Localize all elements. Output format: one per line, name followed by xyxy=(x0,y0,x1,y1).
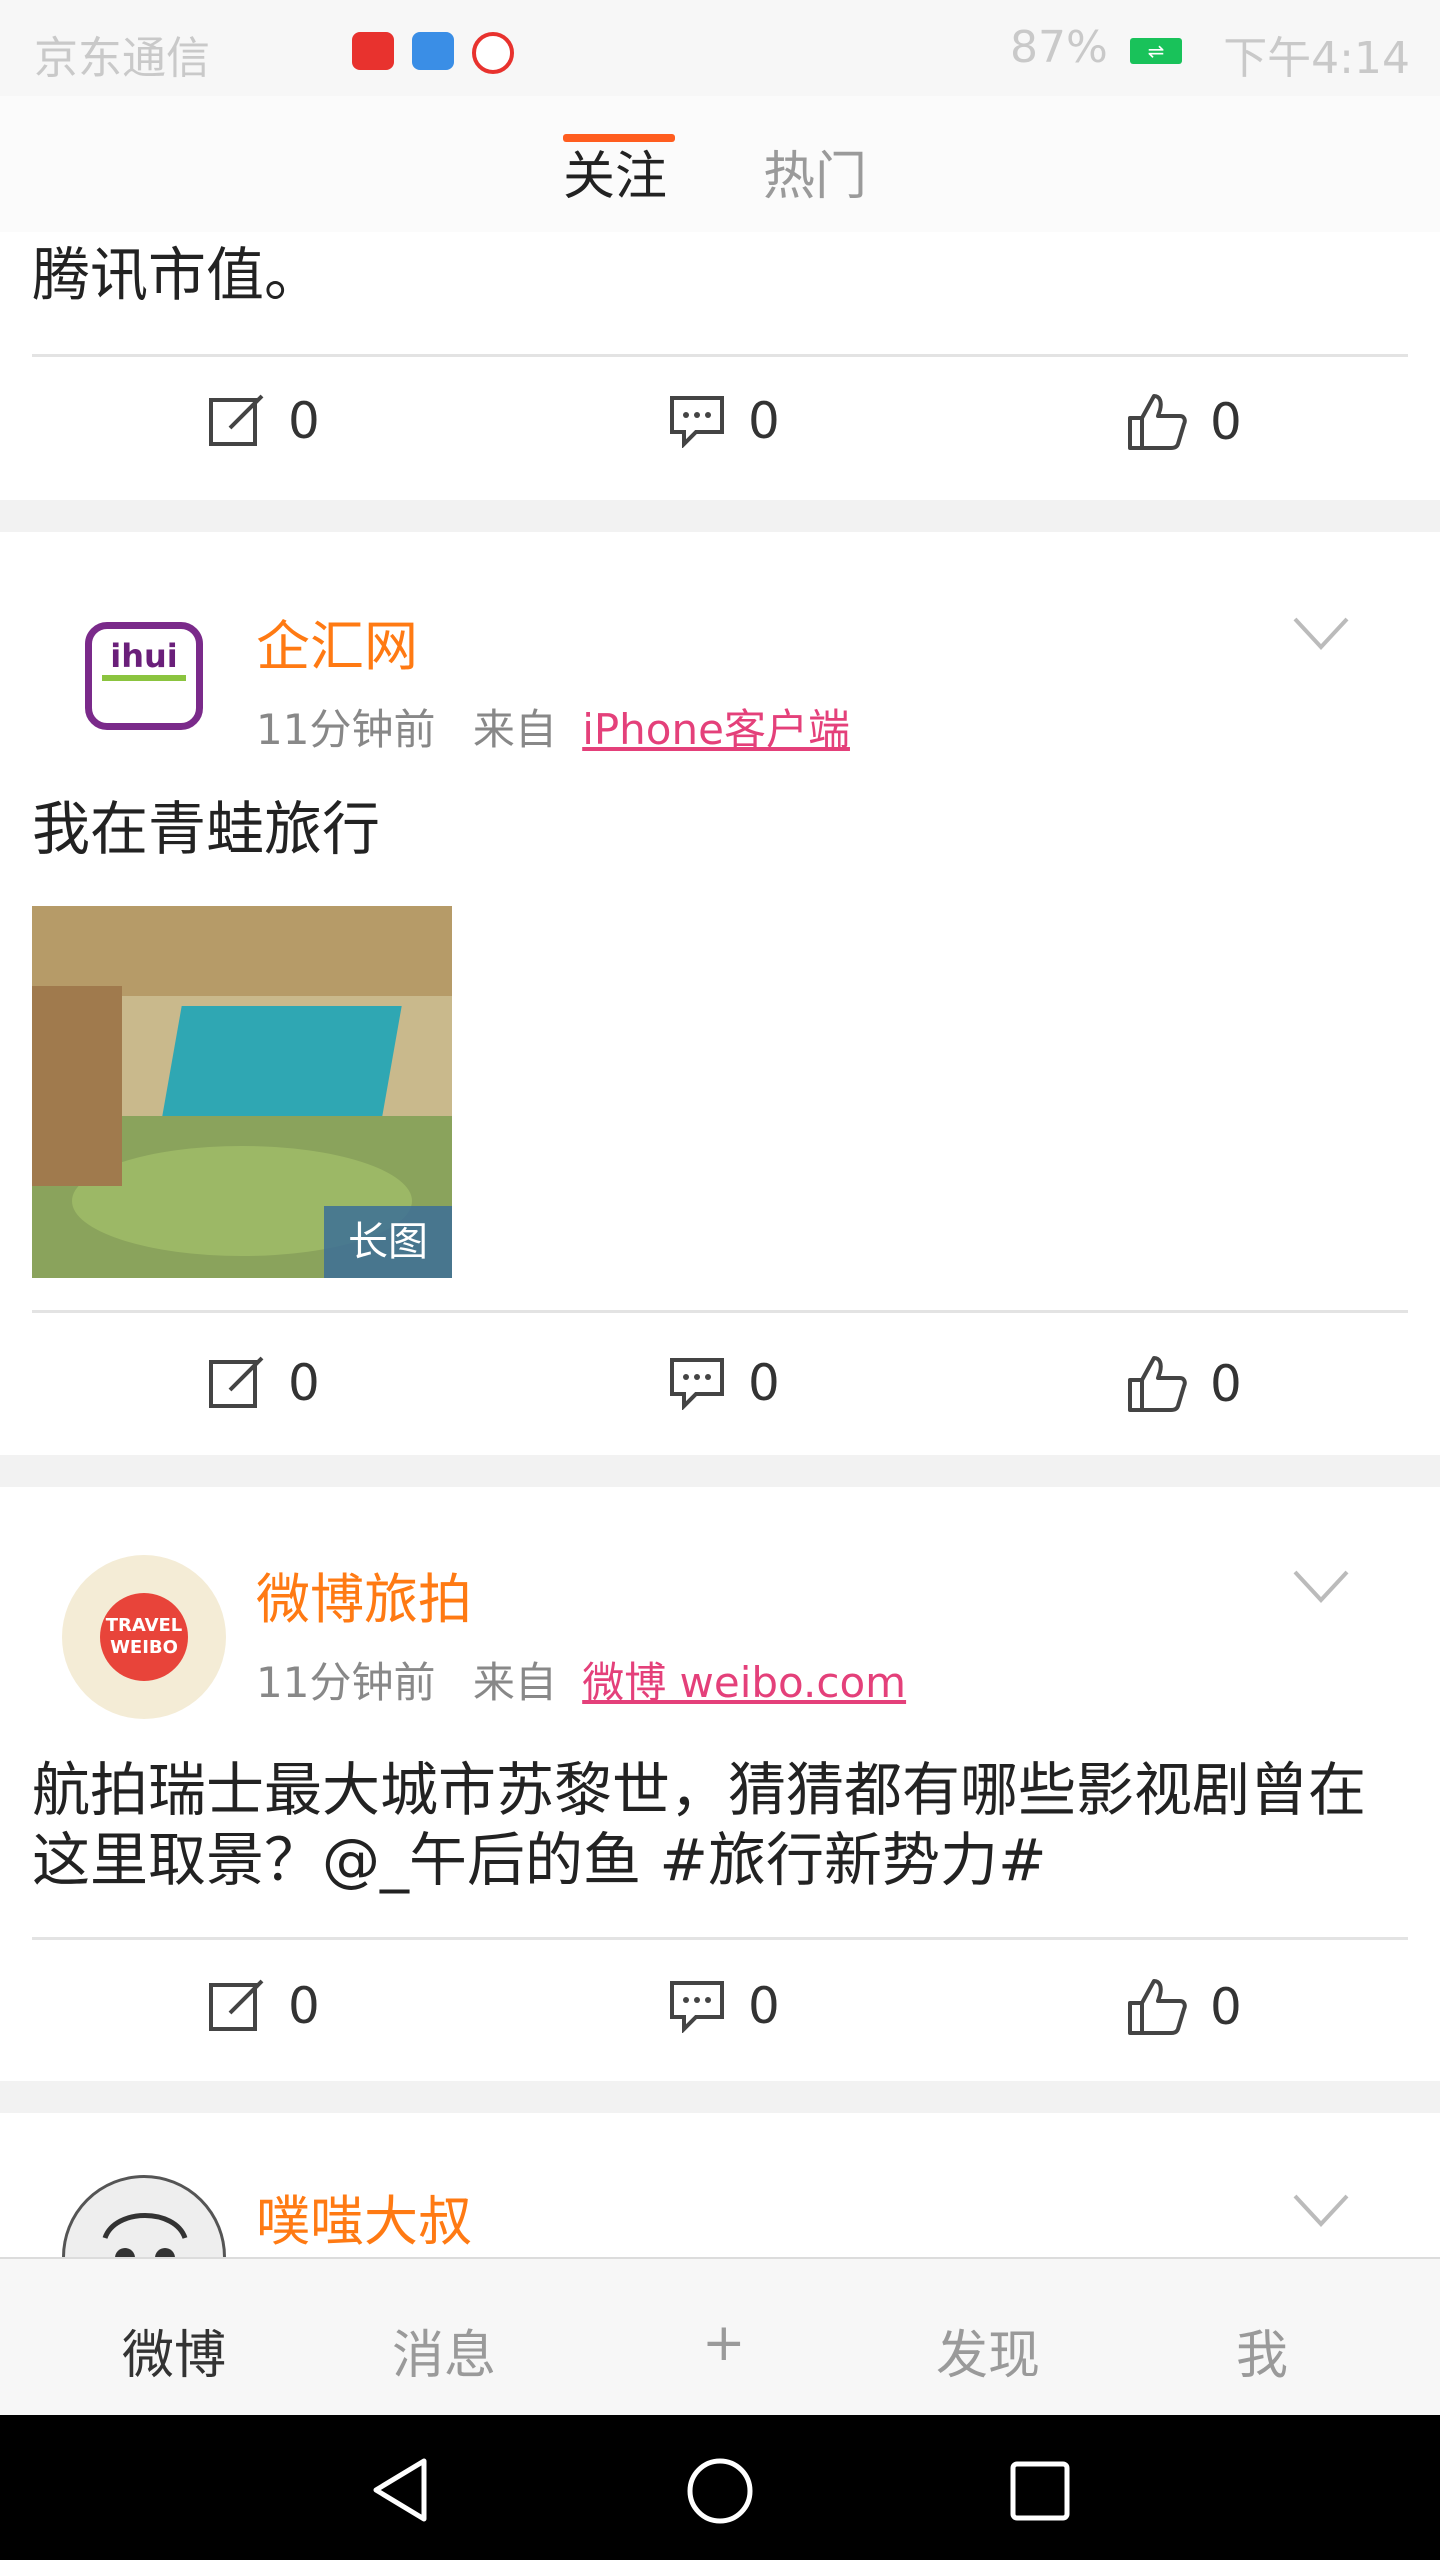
system-nav-bar xyxy=(0,2415,1440,2560)
divider xyxy=(32,1310,1408,1313)
clock: 下午4:14 xyxy=(1223,33,1410,84)
nav-messages[interactable]: 消息 xyxy=(392,2313,496,2388)
tab-hot[interactable]: 热门 xyxy=(763,134,867,209)
comment-icon xyxy=(670,1358,724,1410)
nav-compose-button[interactable]: + xyxy=(702,2313,746,2373)
post-card: 噗嗤大叔 xyxy=(0,2113,1440,2257)
repost-button[interactable]: 0 xyxy=(208,1354,320,1412)
like-count: 0 xyxy=(1210,393,1242,451)
ihui-logo-icon: ihui xyxy=(85,622,203,730)
post-text: 我在青蛙旅行 xyxy=(32,795,381,863)
comment-count: 0 xyxy=(748,392,780,450)
like-button[interactable]: 0 xyxy=(1126,392,1242,452)
username[interactable]: 微博旅拍 xyxy=(256,1555,472,1634)
from-label: 来自 xyxy=(472,705,557,754)
repost-button[interactable]: 0 xyxy=(208,392,320,450)
video-app-icon xyxy=(472,32,514,74)
post-time: 11分钟前 xyxy=(256,1658,436,1707)
feed-tabs: 关注 热门 xyxy=(0,96,1440,232)
travel-weibo-logo-icon: TRAVEL WEIBO xyxy=(100,1593,188,1681)
comment-button[interactable]: 0 xyxy=(668,1977,780,2035)
post-meta: 11分钟前 来自 iPhone客户端 xyxy=(256,696,850,757)
tab-following[interactable]: 关注 xyxy=(563,134,667,209)
username[interactable]: 企汇网 xyxy=(256,602,418,681)
like-count: 0 xyxy=(1210,1355,1242,1413)
sketch-face-icon xyxy=(102,2213,188,2257)
repost-count: 0 xyxy=(288,392,320,450)
comment-count: 0 xyxy=(748,1977,780,2035)
comment-button[interactable]: 0 xyxy=(668,392,780,450)
chevron-down-icon[interactable] xyxy=(1292,616,1350,652)
nav-discover[interactable]: 发现 xyxy=(936,2313,1040,2388)
home-icon[interactable] xyxy=(684,2455,756,2527)
nav-weibo[interactable]: 微博 xyxy=(122,2313,226,2388)
comment-button[interactable]: 0 xyxy=(668,1354,780,1412)
active-tab-indicator xyxy=(563,134,675,142)
repost-icon xyxy=(209,1356,264,1408)
nav-me[interactable]: 我 xyxy=(1236,2313,1288,2388)
repost-button[interactable]: 0 xyxy=(208,1977,320,2035)
post-text: 航拍瑞士最大城市苏黎世，猜猜都有哪些影视剧曾在这里取景？@_午后的鱼 #旅行新势… xyxy=(32,1756,1367,1894)
comment-icon xyxy=(670,396,724,448)
avatar[interactable]: ihui xyxy=(62,594,226,758)
post-card: 腾讯市值。 0 0 0 xyxy=(0,232,1440,500)
chevron-down-icon[interactable] xyxy=(1292,2193,1350,2229)
post-time: 11分钟前 xyxy=(256,705,436,754)
repost-count: 0 xyxy=(288,1354,320,1412)
divider xyxy=(32,1937,1408,1940)
long-image-badge: 长图 xyxy=(324,1206,452,1278)
repost-icon xyxy=(209,1979,264,2031)
avatar[interactable]: TRAVEL WEIBO xyxy=(62,1555,226,1719)
avatar[interactable] xyxy=(62,2175,226,2257)
comment-icon xyxy=(670,1981,724,2033)
post-card: ihui 企汇网 11分钟前 来自 iPhone客户端 我在青蛙旅行 长图 0 … xyxy=(0,532,1440,1455)
toutiao-app-icon xyxy=(352,32,394,70)
post-card: TRAVEL WEIBO 微博旅拍 11分钟前 来自 微博 weibo.com 航… xyxy=(0,1487,1440,2081)
autohome-app-icon xyxy=(412,32,454,70)
like-button[interactable]: 0 xyxy=(1126,1354,1242,1414)
comment-count: 0 xyxy=(748,1354,780,1412)
like-button[interactable]: 0 xyxy=(1126,1977,1242,2037)
divider xyxy=(32,354,1408,357)
bottom-nav: 微博 消息 + 发现 我 xyxy=(0,2257,1440,2417)
from-label: 来自 xyxy=(472,1658,557,1707)
source-link[interactable]: iPhone客户端 xyxy=(582,705,850,754)
thumbs-up-icon xyxy=(1128,394,1187,450)
thumbs-up-icon xyxy=(1128,1979,1187,2035)
battery-icon: ⇌ xyxy=(1130,38,1182,64)
back-icon[interactable] xyxy=(366,2455,436,2525)
carrier-label: 京东通信 xyxy=(34,33,210,84)
repost-icon xyxy=(209,394,264,446)
source-link[interactable]: 微博 weibo.com xyxy=(582,1658,906,1707)
thumbs-up-icon xyxy=(1128,1356,1187,1412)
post-meta: 11分钟前 来自 微博 weibo.com xyxy=(256,1649,906,1710)
repost-count: 0 xyxy=(288,1977,320,2035)
battery-percent: 87% xyxy=(1010,22,1108,73)
like-count: 0 xyxy=(1210,1978,1242,2036)
post-image[interactable]: 长图 xyxy=(32,906,452,1278)
post-text: 腾讯市值。 xyxy=(32,241,323,309)
chevron-down-icon[interactable] xyxy=(1292,1569,1350,1605)
status-bar: 京东通信 87% ⇌ 下午4:14 xyxy=(0,0,1440,96)
username[interactable]: 噗嗤大叔 xyxy=(256,2177,472,2256)
recents-icon[interactable] xyxy=(1008,2459,1072,2523)
